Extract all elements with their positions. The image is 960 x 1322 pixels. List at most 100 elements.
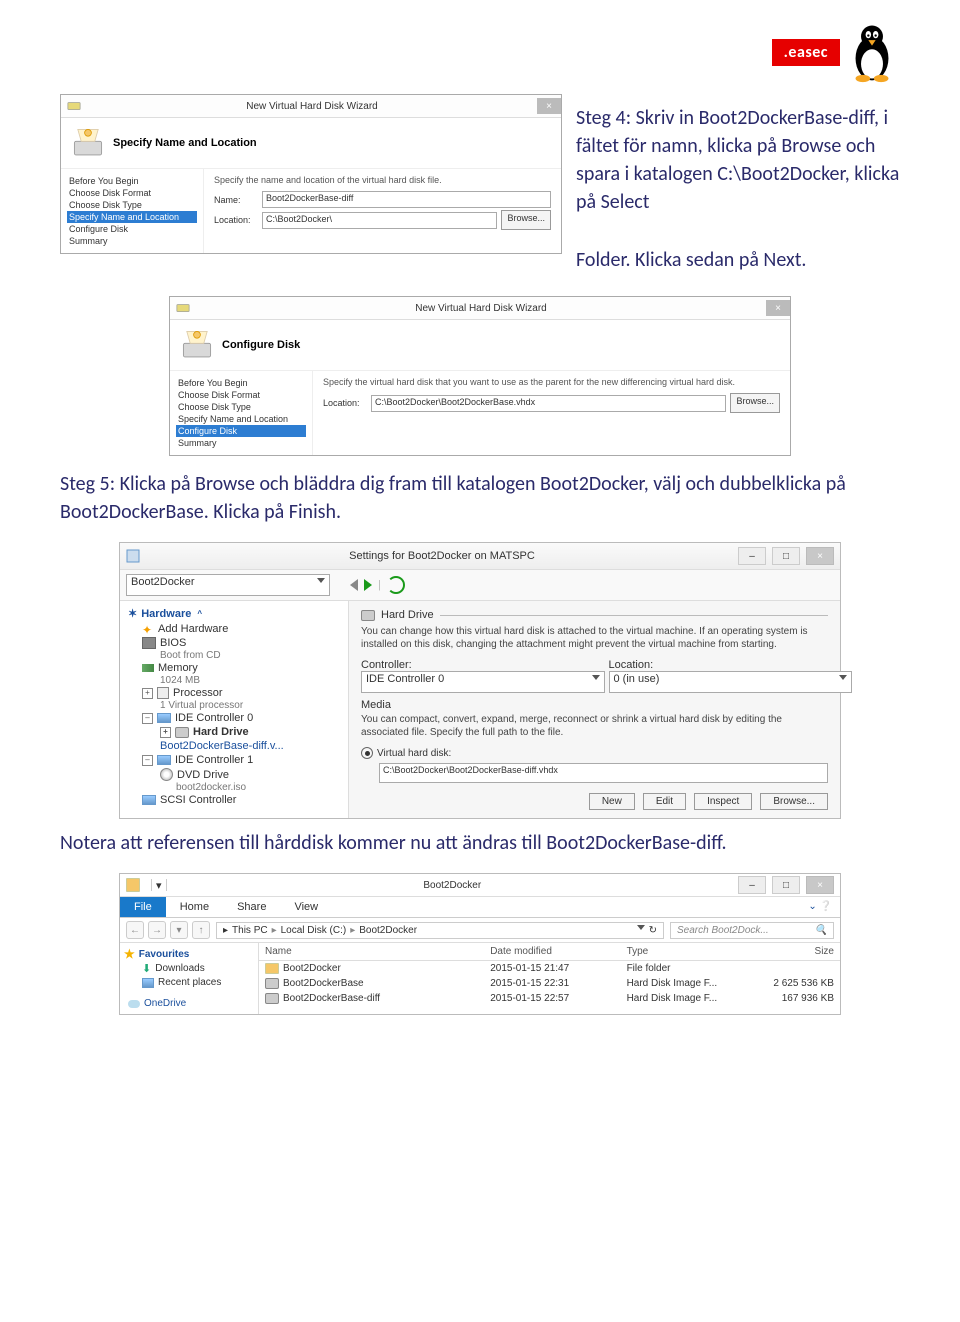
wizard-configure-disk: New Virtual Hard Disk Wizard × Configure… (169, 296, 791, 456)
ribbon-expand[interactable]: ⌄ ❔ (800, 897, 840, 917)
step-before[interactable]: Before You Begin (67, 175, 197, 187)
name-label: Name: (214, 195, 262, 205)
controller-select[interactable]: IDE Controller 0 (361, 671, 605, 693)
file-list: Name Date modified Type Size Boot2Docker… (259, 943, 840, 1014)
hard-drive-item[interactable]: +Hard Drive (124, 725, 344, 739)
settings-icon (126, 549, 140, 563)
wizard1-heading: Specify Name and Location (113, 137, 257, 149)
step-summary[interactable]: Summary (176, 437, 306, 449)
vm-select-value: Boot2Docker (131, 576, 195, 588)
edit-button[interactable]: Edit (643, 793, 686, 810)
hardware-category: Hardware (141, 608, 191, 620)
processor-item[interactable]: +Processor (124, 686, 344, 700)
step-configure[interactable]: Configure Disk (67, 223, 197, 235)
tab-home[interactable]: Home (166, 897, 223, 917)
list-item[interactable]: Boot2DockerBase 2015-01-15 22:31 Hard Di… (259, 976, 840, 991)
location-label: Location: (609, 659, 829, 671)
list-item[interactable]: Boot2Docker 2015-01-15 21:47 File folder (259, 961, 840, 976)
inspect-button[interactable]: Inspect (694, 793, 752, 810)
list-item[interactable]: Boot2DockerBase-diff 2015-01-15 22:57 Ha… (259, 991, 840, 1006)
new-button[interactable]: New (589, 793, 635, 810)
bios-sub: Boot from CD (124, 650, 344, 661)
tab-share[interactable]: Share (223, 897, 280, 917)
maximize-button[interactable]: □ (772, 876, 800, 894)
vhd-radio[interactable]: Virtual hard disk: (361, 747, 828, 759)
quick-access-icon[interactable]: ▾ (152, 879, 166, 892)
nav-recent[interactable]: Recent places (124, 976, 254, 989)
disk-icon (67, 100, 81, 112)
location-select[interactable]: 0 (in use) (609, 671, 853, 693)
browse-button[interactable]: Browse... (501, 210, 551, 230)
folder-icon (126, 878, 140, 892)
step-before[interactable]: Before You Begin (176, 377, 306, 389)
close-button[interactable]: × (537, 98, 561, 114)
logo-area: .easec (60, 20, 900, 84)
explorer-nav: ★Favourites ⬇Downloads Recent places One… (120, 943, 259, 1014)
col-size[interactable]: Size (739, 943, 840, 960)
vhd-radio-label: Virtual hard disk: (377, 748, 451, 759)
wizard1-hint: Specify the name and location of the vir… (214, 175, 551, 185)
location-input[interactable]: C:\Boot2Docker\ (262, 212, 497, 229)
step-format[interactable]: Choose Disk Format (176, 389, 306, 401)
tab-file[interactable]: File (120, 897, 166, 917)
forward-button[interactable]: → (148, 921, 166, 939)
wizard2-heading: Configure Disk (222, 339, 300, 351)
search-input[interactable]: Search Boot2Dock... 🔍 (670, 922, 834, 939)
wizard2-steps: Before You Begin Choose Disk Format Choo… (170, 371, 313, 455)
step-type[interactable]: Choose Disk Type (176, 401, 306, 413)
minimize-button[interactable]: – (738, 876, 766, 894)
up-button[interactable]: ↑ (192, 921, 210, 939)
crumb-0[interactable]: This PC (232, 925, 268, 936)
scsi-item[interactable]: SCSI Controller (124, 793, 344, 807)
back-button[interactable]: ← (126, 921, 144, 939)
crumb-2[interactable]: Boot2Docker (359, 925, 417, 936)
location-input[interactable]: C:\Boot2Docker\Boot2DockerBase.vhdx (371, 395, 726, 412)
media-hint: You can compact, convert, expand, merge,… (361, 713, 828, 739)
step-summary[interactable]: Summary (67, 235, 197, 247)
nav-onedrive[interactable]: OneDrive (124, 997, 254, 1010)
step-name-location[interactable]: Specify Name and Location (176, 413, 306, 425)
minimize-button[interactable]: – (738, 547, 766, 565)
dvd-drive-item[interactable]: DVD Drive (124, 767, 344, 782)
close-button[interactable]: × (766, 300, 790, 316)
refresh-icon[interactable]: ↻ (649, 925, 657, 936)
vhd-path-input[interactable]: C:\Boot2Docker\Boot2DockerBase-diff.vhdx (379, 763, 828, 783)
nav-downloads[interactable]: ⬇Downloads (124, 961, 254, 976)
browse-button[interactable]: Browse... (730, 393, 780, 413)
ide1-item[interactable]: –IDE Controller 1 (124, 753, 344, 767)
step-configure[interactable]: Configure Disk (176, 425, 306, 437)
location-label: Location: (323, 398, 371, 408)
ide0-item[interactable]: –IDE Controller 0 (124, 711, 344, 725)
wizard1-steps: Before You Begin Choose Disk Format Choo… (61, 169, 204, 253)
media-label: Media (361, 699, 828, 711)
prev-icon[interactable] (350, 579, 358, 591)
tab-view[interactable]: View (280, 897, 332, 917)
col-type[interactable]: Type (621, 943, 740, 960)
step-name-location[interactable]: Specify Name and Location (67, 211, 197, 223)
memory-item[interactable]: Memory (124, 661, 344, 675)
hard-drive-hint: You can change how this virtual hard dis… (361, 625, 828, 651)
step-format[interactable]: Choose Disk Format (67, 187, 197, 199)
col-name[interactable]: Name (259, 943, 484, 960)
close-button[interactable]: × (806, 876, 834, 894)
close-button[interactable]: × (806, 547, 834, 565)
hard-drive-file[interactable]: Boot2DockerBase-diff.v... (124, 739, 344, 753)
browse-button[interactable]: Browse... (760, 793, 828, 810)
crumb-1[interactable]: Local Disk (C:) (281, 925, 347, 936)
col-date[interactable]: Date modified (484, 943, 620, 960)
vm-select[interactable]: Boot2Docker (126, 574, 330, 596)
maximize-button[interactable]: □ (772, 547, 800, 565)
file-explorer-window: ▾ Boot2Docker – □ × File Home Share View… (119, 873, 841, 1015)
breadcrumb[interactable]: ▸ This PC▸ Local Disk (C:)▸ Boot2Docker … (216, 922, 664, 939)
add-hardware[interactable]: ✦Add Hardware (124, 622, 344, 636)
hardware-tree: ✶Hardware^ ✦Add Hardware BIOS Boot from … (120, 601, 349, 818)
next-icon[interactable] (364, 579, 372, 591)
name-input[interactable]: Boot2DockerBase-diff (262, 191, 551, 208)
bios-item[interactable]: BIOS (124, 636, 344, 650)
group-title: Hard Drive (381, 609, 434, 621)
favourites-group[interactable]: ★Favourites (124, 947, 254, 961)
wizard2-title: New Virtual Hard Disk Wizard (196, 303, 766, 314)
refresh-icon[interactable] (387, 576, 405, 594)
history-button[interactable]: ▾ (170, 921, 188, 939)
step-type[interactable]: Choose Disk Type (67, 199, 197, 211)
